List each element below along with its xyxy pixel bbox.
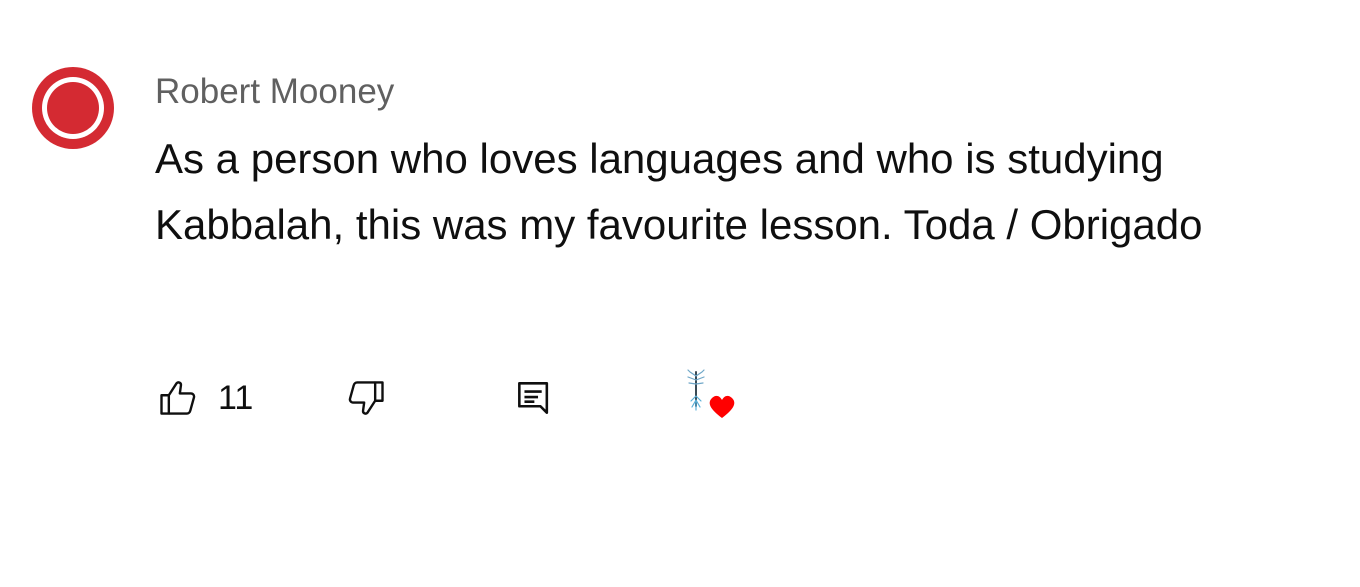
reply-icon xyxy=(512,376,556,420)
dislike-button[interactable] xyxy=(344,368,388,428)
avatar-dot xyxy=(47,82,99,134)
tree-heart-icon xyxy=(680,366,744,430)
comment-author[interactable]: Robert Mooney xyxy=(155,70,394,114)
reply-button[interactable] xyxy=(512,368,556,428)
thumbs-up-icon xyxy=(156,376,200,420)
author-avatar[interactable] xyxy=(32,67,114,149)
like-button[interactable]: 11 xyxy=(156,368,253,428)
comment-item: Robert Mooney As a person who loves lang… xyxy=(0,0,1360,587)
creator-heart-reaction[interactable] xyxy=(680,368,744,428)
avatar-ring xyxy=(42,77,104,139)
comment-actions: 11 xyxy=(0,368,900,428)
comment-text: As a person who loves languages and who … xyxy=(155,135,1203,248)
like-count: 11 xyxy=(218,378,254,417)
heart-icon xyxy=(709,395,735,418)
thumbs-down-icon xyxy=(344,376,388,420)
tree-icon xyxy=(687,369,705,411)
